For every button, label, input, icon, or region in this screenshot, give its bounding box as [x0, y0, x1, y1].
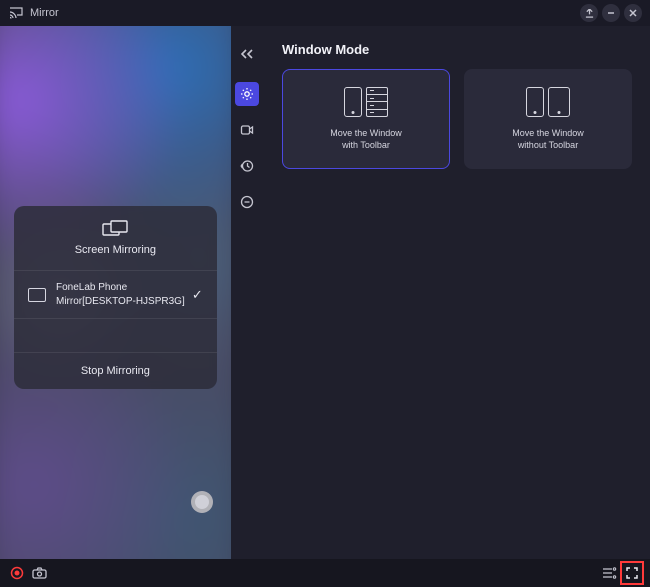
- phone-preview: Screen Mirroring FoneLab Phone Mirror[DE…: [0, 26, 231, 559]
- cast-icon: [8, 5, 24, 21]
- device-row[interactable]: FoneLab Phone Mirror[DESKTOP-HJSPR3G] ✓: [14, 270, 217, 318]
- fullscreen-button[interactable]: [620, 561, 644, 585]
- camera-button[interactable]: [28, 562, 50, 584]
- app-title: Mirror: [30, 7, 59, 19]
- history-tab[interactable]: [235, 154, 259, 178]
- stop-mirroring-button[interactable]: Stop Mirroring: [14, 352, 217, 389]
- phone-icon: [344, 87, 362, 117]
- sidebar: [231, 26, 264, 559]
- mode-label: Move the Window with Toolbar: [330, 127, 402, 151]
- toolbar-icon: [366, 87, 388, 117]
- settings-list-button[interactable]: [598, 562, 620, 584]
- titlebar: Mirror: [0, 0, 650, 26]
- record-tab[interactable]: [235, 118, 259, 142]
- phone-icon-wide: [548, 87, 570, 117]
- tv-icon: [28, 288, 46, 302]
- mode-with-toolbar[interactable]: Move the Window with Toolbar: [282, 69, 450, 169]
- mode-cards: Move the Window with Toolbar Move the Wi…: [282, 69, 632, 169]
- mode-art-without-toolbar: [526, 87, 570, 117]
- collapse-button[interactable]: [235, 44, 259, 64]
- mode-art-with-toolbar: [344, 87, 388, 117]
- pin-button[interactable]: [580, 4, 598, 22]
- mode-without-toolbar[interactable]: Move the Window without Toolbar: [464, 69, 632, 169]
- mode-label: Move the Window without Toolbar: [512, 127, 584, 151]
- screen-mirroring-card: Screen Mirroring FoneLab Phone Mirror[DE…: [14, 206, 217, 389]
- content-panel: Window Mode Move the Window with Toolbar: [264, 26, 650, 559]
- close-button[interactable]: [624, 4, 642, 22]
- mirroring-icon: [14, 220, 217, 238]
- device-name: FoneLab Phone Mirror[DESKTOP-HJSPR3G]: [56, 281, 192, 308]
- assistive-touch-button[interactable]: [191, 491, 213, 513]
- phone-icon: [526, 87, 544, 117]
- minimize-button[interactable]: [602, 4, 620, 22]
- preferences-tab[interactable]: [235, 190, 259, 214]
- bottombar: [0, 559, 650, 587]
- record-button[interactable]: [6, 562, 28, 584]
- check-icon: ✓: [192, 287, 203, 303]
- settings-tab[interactable]: [235, 82, 259, 106]
- main-area: Screen Mirroring FoneLab Phone Mirror[DE…: [0, 26, 650, 559]
- content-title: Window Mode: [282, 42, 632, 57]
- card-title: Screen Mirroring: [14, 244, 217, 256]
- empty-device-slot: [14, 318, 217, 352]
